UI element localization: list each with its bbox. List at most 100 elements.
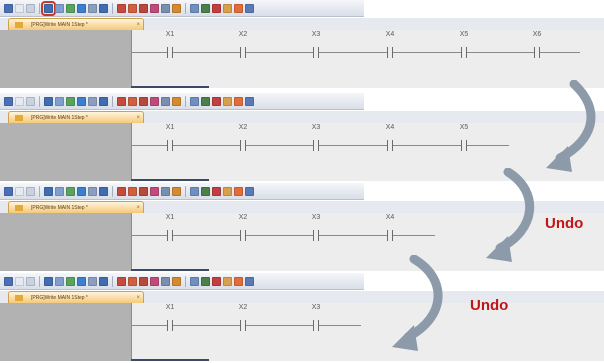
tab-program-main[interactable]: [PRG]Write MAIN 1Step * × [8,18,144,30]
toolbar-icon[interactable] [15,3,24,13]
toolbar-icon[interactable] [139,186,148,196]
tab-close-icon[interactable]: × [136,292,140,303]
toolbar-icon[interactable] [88,186,97,196]
toolbar-icon[interactable] [223,276,232,286]
toolbar-icon[interactable] [26,96,35,106]
normally-open-contact[interactable] [160,44,180,62]
normally-open-contact[interactable] [527,44,547,62]
toolbar-icon[interactable] [88,96,97,106]
toolbar-icon[interactable] [223,3,232,13]
toolbar-icon[interactable] [150,3,159,13]
cut-icon[interactable] [4,3,13,13]
redo-icon[interactable] [55,3,64,13]
toolbar-icon[interactable] [99,96,108,106]
toolbar-icon[interactable] [212,3,221,13]
toolbar-icon[interactable] [245,3,254,13]
ladder-canvas[interactable]: X1 X2 X3 X4 X5 X6 [0,30,604,88]
undo-icon[interactable] [41,0,56,16]
normally-open-contact[interactable] [160,137,180,155]
toolbar-icon[interactable] [234,96,243,106]
toolbar-icon[interactable] [66,276,75,286]
toolbar-icon[interactable] [88,276,97,286]
toolbar-icon[interactable] [234,3,243,13]
toolbar-icon[interactable] [161,186,170,196]
toolbar-icon[interactable] [139,96,148,106]
toolbar-icon[interactable] [223,96,232,106]
tab-program-main[interactable]: [PRG]Write MAIN 1Step * × [8,201,144,213]
toolbar-icon[interactable] [77,276,86,286]
toolbar-icon[interactable] [150,96,159,106]
toolbar-icon[interactable] [77,96,86,106]
toolbar-icon[interactable] [99,276,108,286]
toolbar-icon[interactable] [201,186,210,196]
toolbar-icon[interactable] [161,96,170,106]
cut-icon[interactable] [4,186,13,196]
toolbar-icon[interactable] [190,276,199,286]
normally-open-contact[interactable] [454,137,474,155]
normally-open-contact[interactable] [233,317,253,335]
toolbar-icon[interactable] [15,276,24,286]
normally-open-contact[interactable] [454,44,474,62]
toolbar-icon[interactable] [117,276,126,286]
toolbar-icon[interactable] [201,3,210,13]
undo-icon[interactable] [44,276,53,286]
toolbar-icon[interactable] [66,186,75,196]
toolbar-icon[interactable] [26,3,35,13]
cut-icon[interactable] [4,96,13,106]
tab-close-icon[interactable]: × [136,202,140,213]
toolbar-icon[interactable] [245,276,254,286]
toolbar-icon[interactable] [201,96,210,106]
toolbar-icon[interactable] [139,3,148,13]
toolbar-icon[interactable] [99,3,108,13]
tab-program-main[interactable]: [PRG]Write MAIN 1Step * × [8,111,144,123]
toolbar-icon[interactable] [190,3,199,13]
toolbar-icon[interactable] [245,96,254,106]
toolbar-icon[interactable] [172,3,181,13]
normally-open-contact[interactable] [306,44,326,62]
toolbar-icon[interactable] [128,3,137,13]
toolbar-icon[interactable] [172,186,181,196]
tab-program-main[interactable]: [PRG]Write MAIN 1Step * × [8,291,144,303]
toolbar-icon[interactable] [234,186,243,196]
toolbar-icon[interactable] [26,186,35,196]
toolbar-icon[interactable] [139,276,148,286]
tab-close-icon[interactable]: × [136,19,140,30]
toolbar-icon[interactable] [161,3,170,13]
toolbar-icon[interactable] [66,96,75,106]
toolbar-icon[interactable] [128,276,137,286]
toolbar-icon[interactable] [99,186,108,196]
toolbar-icon[interactable] [223,186,232,196]
toolbar-icon[interactable] [128,96,137,106]
toolbar-icon[interactable] [117,186,126,196]
toolbar-icon[interactable] [234,276,243,286]
toolbar-icon[interactable] [172,96,181,106]
undo-icon[interactable] [44,96,53,106]
toolbar-icon[interactable] [212,186,221,196]
toolbar-icon[interactable] [15,186,24,196]
normally-open-contact[interactable] [233,137,253,155]
normally-open-contact[interactable] [160,317,180,335]
toolbar-icon[interactable] [190,186,199,196]
normally-open-contact[interactable] [306,137,326,155]
toolbar-icon[interactable] [77,186,86,196]
toolbar-icon[interactable] [190,96,199,106]
toolbar-icon[interactable] [150,276,159,286]
toolbar-icon[interactable] [150,186,159,196]
tab-close-icon[interactable]: × [136,112,140,123]
toolbar-icon[interactable] [128,186,137,196]
toolbar-icon[interactable] [66,3,75,13]
toolbar-icon[interactable] [15,96,24,106]
redo-icon[interactable] [55,186,64,196]
normally-open-contact[interactable] [306,317,326,335]
toolbar-icon[interactable] [117,96,126,106]
toolbar-icon[interactable] [161,276,170,286]
normally-open-contact[interactable] [380,137,400,155]
ladder-canvas[interactable]: X1 X2 X3 [0,303,604,361]
toolbar-icon[interactable] [212,96,221,106]
redo-icon[interactable] [55,276,64,286]
normally-open-contact[interactable] [380,227,400,245]
toolbar-icon[interactable] [117,3,126,13]
normally-open-contact[interactable] [233,227,253,245]
toolbar-icon[interactable] [212,276,221,286]
normally-open-contact[interactable] [306,227,326,245]
